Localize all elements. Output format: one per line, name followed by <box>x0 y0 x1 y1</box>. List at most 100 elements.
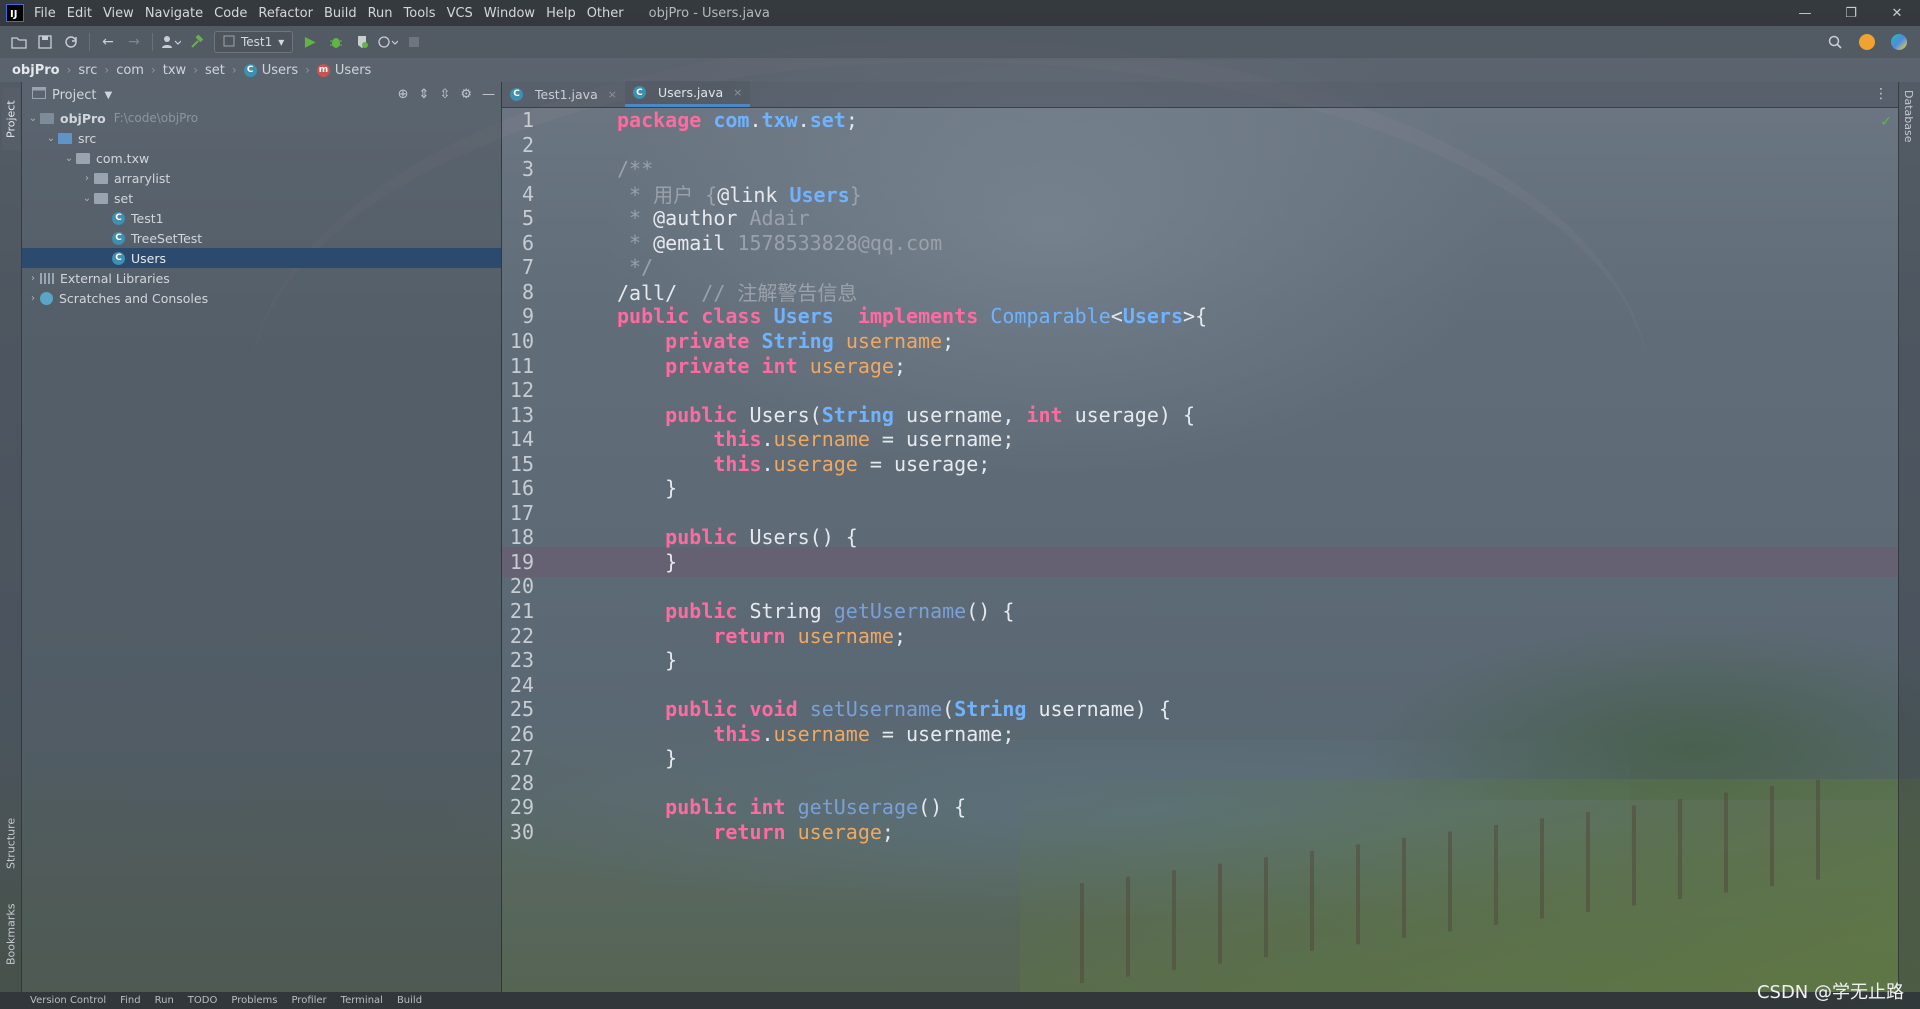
line-number[interactable]: 2 <box>502 133 534 157</box>
tree-item[interactable]: C TreeSetTest <box>22 228 501 248</box>
tool-tab-bookmarks[interactable]: Bookmarks <box>2 894 20 974</box>
collapse-all-icon[interactable]: ⇳ <box>439 87 450 102</box>
forward-arrow-icon[interactable]: → <box>121 30 147 54</box>
line-number[interactable]: 5 <box>502 206 534 230</box>
breadcrumb-src[interactable]: src <box>78 63 97 78</box>
user-dropdown-icon[interactable] <box>158 30 184 54</box>
tree-item[interactable]: C Test1 <box>22 208 501 228</box>
status-tool-find[interactable]: Find <box>120 995 141 1006</box>
line-number[interactable]: 27 <box>502 746 534 770</box>
locate-target-icon[interactable]: ⊕ <box>398 87 409 102</box>
line-number[interactable]: 13 <box>502 403 534 427</box>
menu-tools[interactable]: Tools <box>404 6 436 21</box>
line-number[interactable]: 29 <box>502 795 534 819</box>
project-view-title[interactable]: Project <box>52 88 96 103</box>
debug-bug-icon[interactable] <box>323 30 349 54</box>
search-icon[interactable] <box>1822 30 1848 54</box>
menu-vcs[interactable]: VCS <box>447 6 473 21</box>
line-number[interactable]: 22 <box>502 624 534 648</box>
status-tool-profiler[interactable]: Profiler <box>291 995 326 1006</box>
status-tool-build[interactable]: Build <box>397 995 422 1006</box>
chevron-down-icon[interactable]: ⌄ <box>26 113 40 124</box>
line-number[interactable]: 6 <box>502 231 534 255</box>
tree-item[interactable]: C Users <box>22 248 501 268</box>
inspection-ok-icon[interactable]: ✓ <box>1880 114 1892 130</box>
save-icon[interactable] <box>32 30 58 54</box>
tree-item[interactable]: › arrarylist <box>22 168 501 188</box>
breadcrumb-project[interactable]: objPro <box>12 63 60 78</box>
menu-build[interactable]: Build <box>324 6 357 21</box>
menu-code[interactable]: Code <box>214 6 247 21</box>
tree-item[interactable]: ⌄ objPro F:\code\objPro <box>22 108 501 128</box>
line-number[interactable]: 30 <box>502 820 534 844</box>
breadcrumb-method[interactable]: m Users <box>316 63 371 78</box>
line-number[interactable]: 4 <box>502 182 534 206</box>
build-hammer-icon[interactable] <box>184 30 210 54</box>
tool-tab-project[interactable]: Project <box>2 88 20 150</box>
chevron-right-icon[interactable]: › <box>80 173 94 184</box>
line-number[interactable]: 1 <box>502 108 534 132</box>
menu-window[interactable]: Window <box>484 6 535 21</box>
menu-navigate[interactable]: Navigate <box>145 6 203 21</box>
line-number[interactable]: 21 <box>502 599 534 623</box>
breadcrumb-set[interactable]: set <box>205 63 225 78</box>
expand-all-icon[interactable]: ⇕ <box>419 87 430 102</box>
status-tool-problems[interactable]: Problems <box>231 995 277 1006</box>
breadcrumb-com[interactable]: com <box>116 63 144 78</box>
sync-icon[interactable] <box>58 30 84 54</box>
line-number[interactable]: 8 <box>502 280 534 304</box>
tool-tab-structure[interactable]: Structure <box>2 810 20 876</box>
close-tab-icon[interactable]: × <box>608 88 617 101</box>
back-arrow-icon[interactable]: ← <box>95 30 121 54</box>
line-number[interactable]: 12 <box>502 378 534 402</box>
line-number[interactable]: 15 <box>502 452 534 476</box>
line-number[interactable]: 7 <box>502 255 534 279</box>
status-tool-terminal[interactable]: Terminal <box>341 995 383 1006</box>
profile-icon[interactable] <box>375 30 401 54</box>
line-number[interactable]: 19 <box>502 550 534 574</box>
coverage-icon[interactable] <box>349 30 375 54</box>
editor-tab[interactable]: C Users.java × <box>624 81 751 107</box>
intellij-logo-icon[interactable]: IJ <box>6 4 24 22</box>
menu-refactor[interactable]: Refactor <box>258 6 313 21</box>
run-config-selector[interactable]: Test1 ▾ <box>214 31 294 53</box>
menu-other[interactable]: Other <box>587 6 624 21</box>
tree-item[interactable]: › Scratches and Consoles <box>22 288 501 308</box>
gear-icon[interactable]: ⚙ <box>460 87 472 102</box>
line-number[interactable]: 3 <box>502 157 534 181</box>
line-number[interactable]: 23 <box>502 648 534 672</box>
update-icon[interactable] <box>1854 30 1880 54</box>
tree-item[interactable]: ⌄ com.txw <box>22 148 501 168</box>
menu-run[interactable]: Run <box>368 6 393 21</box>
close-button[interactable]: ✕ <box>1874 0 1920 26</box>
tool-tab-database[interactable]: Database <box>1902 90 1915 143</box>
tree-item[interactable]: › External Libraries <box>22 268 501 288</box>
status-tool-todo[interactable]: TODO <box>188 995 218 1006</box>
menu-view[interactable]: View <box>103 6 134 21</box>
tree-item[interactable]: ⌄ src <box>22 128 501 148</box>
chevron-right-icon[interactable]: › <box>26 273 40 284</box>
run-icon[interactable]: ▶ <box>297 30 323 54</box>
minimize-button[interactable]: — <box>1782 0 1828 26</box>
hide-panel-icon[interactable]: — <box>482 87 495 102</box>
line-number[interactable]: 25 <box>502 697 534 721</box>
line-number[interactable]: 16 <box>502 476 534 500</box>
line-number[interactable]: 24 <box>502 673 534 697</box>
breadcrumb-class[interactable]: C Users <box>243 63 298 78</box>
open-folder-icon[interactable] <box>6 30 32 54</box>
chevron-right-icon[interactable]: › <box>26 293 40 304</box>
menu-help[interactable]: Help <box>546 6 576 21</box>
line-number[interactable]: 28 <box>502 771 534 795</box>
line-number[interactable]: 26 <box>502 722 534 746</box>
status-tool-version-control[interactable]: Version Control <box>30 995 106 1006</box>
line-number[interactable]: 17 <box>502 501 534 525</box>
chevron-down-icon[interactable]: ⌄ <box>62 153 76 164</box>
code-line[interactable]: 30 return userage; <box>502 817 1898 847</box>
menu-edit[interactable]: Edit <box>67 6 92 21</box>
restore-button[interactable]: ❐ <box>1828 0 1874 26</box>
line-number[interactable]: 11 <box>502 354 534 378</box>
line-number[interactable]: 14 <box>502 427 534 451</box>
line-number[interactable]: 18 <box>502 525 534 549</box>
line-number[interactable]: 9 <box>502 304 534 328</box>
menu-file[interactable]: File <box>34 6 56 21</box>
